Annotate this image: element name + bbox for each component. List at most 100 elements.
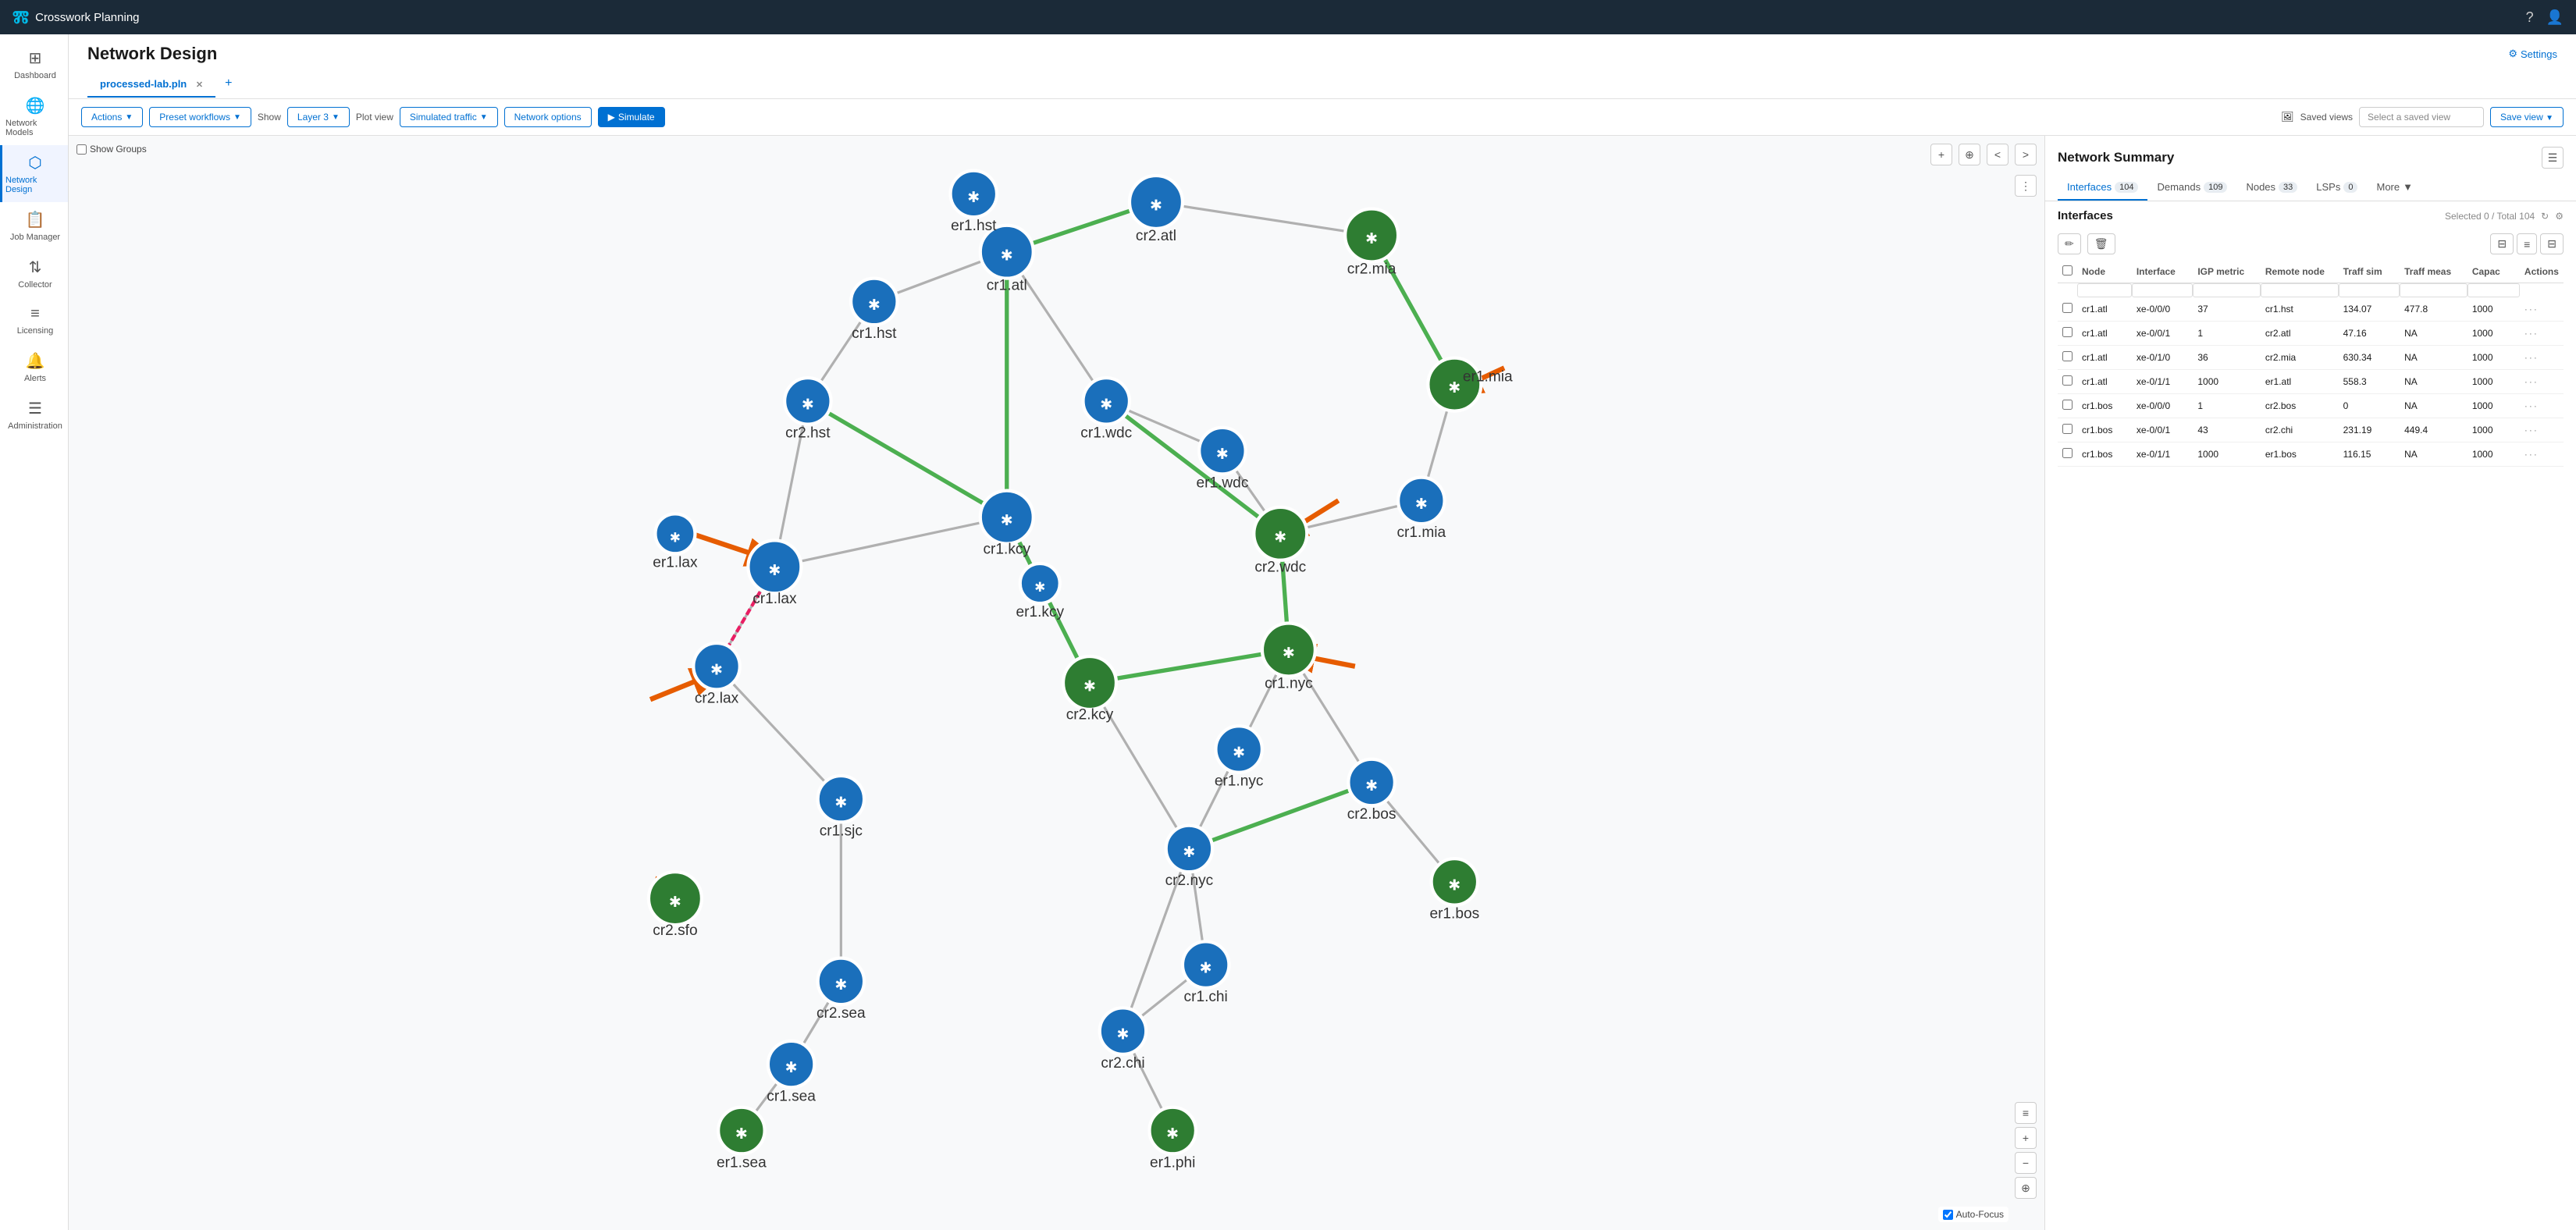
- cell-actions[interactable]: ···: [2520, 394, 2564, 418]
- map-list-icon[interactable]: ≡: [2015, 1102, 2037, 1124]
- map-zoom-out-icon[interactable]: −: [2015, 1152, 2037, 1174]
- show-groups-checkbox-label[interactable]: Show Groups: [76, 144, 147, 155]
- cell-actions[interactable]: ···: [2520, 297, 2564, 322]
- row-checkbox[interactable]: [2062, 303, 2073, 313]
- row-checkbox[interactable]: [2062, 327, 2073, 337]
- cell-node: cr1.atl: [2077, 322, 2132, 346]
- row-actions-dots[interactable]: ···: [2524, 449, 2539, 460]
- cell-interface: xe-0/0/0: [2132, 394, 2194, 418]
- map-next-icon[interactable]: >: [2015, 144, 2037, 165]
- svg-text:cr1.chi: cr1.chi: [1184, 989, 1228, 1005]
- sidebar-item-administration[interactable]: ☰ Administration: [0, 391, 68, 439]
- sidebar-item-job-manager[interactable]: 📋 Job Manager: [0, 202, 68, 250]
- cell-capac: 1000: [2467, 322, 2520, 346]
- filter-capac[interactable]: [2467, 283, 2520, 297]
- panel-tab-demands[interactable]: Demands 109: [2147, 175, 2236, 201]
- table-row: cr1.bos xe-0/0/0 1 cr2.bos 0 NA 1000 ···: [2058, 394, 2564, 418]
- page-header: Network Design ⚙ Settings processed-lab.…: [69, 34, 2576, 99]
- sidebar-item-alerts[interactable]: 🔔 Alerts: [0, 343, 68, 391]
- sidebar-item-dashboard[interactable]: ⊞ Dashboard: [0, 41, 68, 88]
- sidebar-item-network-models[interactable]: 🌐 Network Models: [0, 88, 68, 145]
- table-row: cr1.bos xe-0/1/1 1000 er1.bos 116.15 NA …: [2058, 443, 2564, 467]
- filter-igp-metric[interactable]: [2193, 283, 2261, 297]
- svg-text:er1.mia: er1.mia: [1463, 368, 1513, 385]
- filter-icon-button[interactable]: ⊟: [2490, 233, 2514, 254]
- filter-remote-node[interactable]: [2261, 283, 2339, 297]
- settings-link[interactable]: ⚙ Settings: [2508, 48, 2557, 60]
- cell-actions[interactable]: ···: [2520, 370, 2564, 394]
- filter-traff-meas[interactable]: [2400, 283, 2467, 297]
- panel-tab-interfaces[interactable]: Interfaces 104: [2058, 175, 2147, 201]
- save-view-button[interactable]: Save view ▼: [2490, 107, 2564, 127]
- panel-tab-lsps[interactable]: LSPs 0: [2307, 175, 2367, 201]
- dashboard-icon: ⊞: [29, 48, 42, 68]
- filter-traff-sim[interactable]: [2339, 283, 2400, 297]
- map-area[interactable]: + ⊕ < > Show Groups ⋮ ≡: [69, 136, 2045, 1230]
- list-view-button[interactable]: ≡: [2517, 233, 2537, 254]
- row-actions-dots[interactable]: ···: [2524, 376, 2539, 387]
- actions-button[interactable]: Actions ▼: [81, 107, 143, 127]
- edit-button[interactable]: ✏: [2058, 233, 2081, 254]
- row-actions-dots[interactable]: ···: [2524, 304, 2539, 315]
- row-actions-dots[interactable]: ···: [2524, 328, 2539, 339]
- cell-traff-sim: 0: [2339, 394, 2400, 418]
- refresh-icon[interactable]: ↻: [2541, 211, 2549, 222]
- map-zoom-in-icon[interactable]: +: [2015, 1127, 2037, 1149]
- layer3-button[interactable]: Layer 3 ▼: [287, 107, 350, 127]
- tab-add[interactable]: +: [215, 70, 241, 98]
- row-checkbox[interactable]: [2062, 448, 2073, 458]
- simulate-button[interactable]: ▶ Simulate: [598, 107, 665, 127]
- cell-node: cr1.atl: [2077, 297, 2132, 322]
- select-all-checkbox[interactable]: [2062, 265, 2073, 276]
- cell-interface: xe-0/0/1: [2132, 418, 2194, 443]
- nodes-count-badge: 33: [2279, 182, 2297, 193]
- sidebar-item-licensing-label: Licensing: [17, 326, 53, 336]
- row-checkbox[interactable]: [2062, 351, 2073, 361]
- th-select-all[interactable]: [2058, 261, 2077, 283]
- map-crosshair-icon[interactable]: ⊕: [2015, 1177, 2037, 1199]
- cell-actions[interactable]: ···: [2520, 346, 2564, 370]
- user-icon[interactable]: 👤: [2546, 9, 2564, 26]
- filter-node[interactable]: [2077, 283, 2132, 297]
- settings-icon[interactable]: ⚙: [2555, 211, 2564, 222]
- row-actions-dots[interactable]: ···: [2524, 425, 2539, 435]
- row-actions-dots[interactable]: ···: [2524, 352, 2539, 363]
- svg-text:cr2.chi: cr2.chi: [1101, 1055, 1144, 1072]
- cell-actions[interactable]: ···: [2520, 418, 2564, 443]
- panel-tab-more[interactable]: More ▼: [2367, 175, 2422, 201]
- auto-focus-label: Auto-Focus: [1956, 1209, 2004, 1220]
- columns-view-button[interactable]: ⊟: [2540, 233, 2564, 254]
- main-layout: ⊞ Dashboard 🌐 Network Models ⬡ Network D…: [0, 34, 2576, 1230]
- sidebar-item-network-design[interactable]: ⬡ Network Design: [0, 145, 68, 202]
- map-add-node-icon[interactable]: +: [1930, 144, 1952, 165]
- help-icon[interactable]: ?: [2526, 9, 2534, 26]
- map-hierarchy-icon[interactable]: ⊕: [1959, 144, 1980, 165]
- network-map-svg[interactable]: ✱ cr1.atl ✱ cr2.atl ✱ cr2.mia ✱ er1.mia: [69, 136, 2044, 1230]
- tab-close-icon[interactable]: ✕: [196, 80, 203, 90]
- svg-text:✱: ✱: [1100, 396, 1112, 413]
- map-tree-icon[interactable]: ⋮: [2015, 175, 2037, 197]
- map-prev-icon[interactable]: <: [1987, 144, 2008, 165]
- network-options-button[interactable]: Network options: [504, 107, 592, 127]
- select-saved-view[interactable]: Select a saved view: [2359, 107, 2484, 127]
- panel-list-view-button[interactable]: ☰: [2542, 147, 2564, 169]
- simulated-traffic-button[interactable]: Simulated traffic ▼: [400, 107, 498, 127]
- preset-workflows-button[interactable]: Preset workflows ▼: [149, 107, 251, 127]
- auto-focus-checkbox[interactable]: [1943, 1210, 1953, 1220]
- sidebar-item-licensing[interactable]: ≡ Licensing: [0, 297, 68, 343]
- row-checkbox[interactable]: [2062, 400, 2073, 410]
- panel-title: Network Summary: [2058, 150, 2174, 165]
- row-actions-dots[interactable]: ···: [2524, 400, 2539, 411]
- delete-button[interactable]: 🗑: [2087, 233, 2115, 254]
- row-checkbox[interactable]: [2062, 424, 2073, 434]
- filter-interface[interactable]: [2132, 283, 2194, 297]
- svg-text:er1.wdc: er1.wdc: [1196, 475, 1248, 491]
- cell-actions[interactable]: ···: [2520, 443, 2564, 467]
- panel-tab-nodes[interactable]: Nodes 33: [2236, 175, 2307, 201]
- show-groups-checkbox[interactable]: [76, 144, 87, 155]
- tab-processed-lab[interactable]: processed-lab.pln ✕: [87, 72, 215, 98]
- row-checkbox[interactable]: [2062, 375, 2073, 386]
- sidebar-item-collector[interactable]: ⇅ Collector: [0, 250, 68, 297]
- right-panel: Network Summary ☰ Interfaces 104 Demands…: [2045, 136, 2576, 1230]
- cell-actions[interactable]: ···: [2520, 322, 2564, 346]
